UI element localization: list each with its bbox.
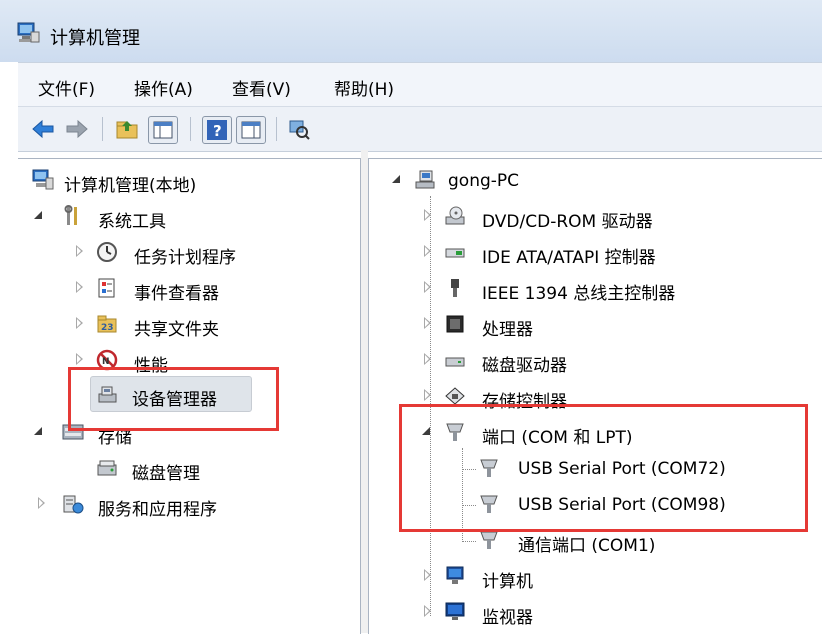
device-category-ieee1394[interactable]: IEEE 1394 总线主控制器 (418, 274, 818, 304)
svg-text:?: ? (213, 122, 222, 140)
title-bar: 计算机管理 (0, 0, 822, 62)
back-arrow-icon[interactable] (30, 117, 56, 141)
collapsed-arrow-icon[interactable] (424, 317, 431, 329)
services-icon (63, 495, 84, 514)
annotation-box-ports (399, 404, 808, 532)
show-hide-action-pane-icon[interactable] (236, 116, 266, 144)
expanded-arrow-icon[interactable] (34, 211, 42, 219)
toolbar: ? (18, 106, 822, 152)
event-viewer-icon (98, 278, 115, 298)
processor-icon (446, 315, 464, 333)
tree-node-services-applications[interactable]: 服务和应用程序 (34, 490, 334, 520)
tree-node-computer-management[interactable]: 计算机管理(本地) (32, 166, 332, 196)
device-tree-label: 监视器 (482, 608, 533, 628)
tree-label: 共享文件夹 (134, 320, 219, 340)
device-tree-label: IEEE 1394 总线主控制器 (482, 284, 676, 304)
clock-icon (97, 242, 117, 262)
device-tree-root[interactable]: gong-PC (392, 166, 812, 196)
tree-label: 磁盘管理 (132, 464, 200, 484)
tree-node-event-viewer[interactable]: 事件查看器 (76, 274, 336, 304)
disk-management-icon (97, 460, 117, 476)
toolbar-separator (190, 117, 191, 141)
computer-icon (446, 566, 464, 584)
tree-label: 任务计划程序 (134, 248, 236, 268)
tree-node-shared-folders[interactable]: 23 共享文件夹 (76, 310, 336, 340)
collapsed-arrow-icon[interactable] (424, 281, 431, 293)
device-tree-label: gong-PC (448, 171, 520, 191)
device-tree-label: 通信端口 (COM1) (518, 536, 656, 556)
tools-icon (64, 205, 77, 225)
toolbar-separator (102, 117, 103, 141)
svg-text:N: N (102, 357, 110, 367)
expanded-arrow-icon[interactable] (34, 427, 42, 435)
menu-help[interactable]: 帮助(H) (334, 75, 394, 100)
device-category-processor[interactable]: 处理器 (418, 310, 818, 340)
device-tree-label: 计算机 (482, 572, 533, 592)
menu-file[interactable]: 文件(F) (38, 75, 95, 100)
annotation-box-device-manager (68, 367, 279, 431)
tree-label: 计算机管理(本地) (64, 176, 197, 196)
device-tree-label: IDE ATA/ATAPI 控制器 (482, 248, 656, 268)
tree-label: 系统工具 (98, 212, 166, 232)
collapsed-arrow-icon[interactable] (424, 569, 431, 581)
pane-splitter[interactable] (361, 150, 368, 633)
device-tree-label: 处理器 (482, 320, 533, 340)
forward-arrow-icon[interactable] (64, 117, 90, 141)
up-folder-icon[interactable] (114, 117, 140, 141)
tree-guide-line (462, 541, 476, 542)
expanded-arrow-icon[interactable] (392, 175, 400, 183)
device-category-disk-drives[interactable]: 磁盘驱动器 (418, 346, 818, 376)
device-tree-label: 磁盘驱动器 (482, 356, 567, 376)
computer-icon (415, 170, 435, 189)
scan-hardware-icon[interactable] (286, 117, 312, 141)
port-connector-icon (480, 531, 498, 549)
monitor-icon (445, 602, 465, 620)
device-tree-label: DVD/CD-ROM 驱动器 (482, 212, 653, 232)
tree-node-system-tools[interactable]: 系统工具 (34, 202, 334, 232)
window-title: 计算机管理 (50, 28, 140, 49)
collapsed-arrow-icon[interactable] (38, 497, 45, 509)
help-icon[interactable]: ? (202, 116, 232, 144)
collapsed-arrow-icon[interactable] (424, 209, 431, 221)
collapsed-arrow-icon[interactable] (76, 281, 83, 293)
computer-management-icon (17, 22, 40, 43)
device-category-ide[interactable]: IDE ATA/ATAPI 控制器 (418, 238, 818, 268)
collapsed-arrow-icon[interactable] (424, 605, 431, 617)
show-hide-tree-icon[interactable] (148, 116, 178, 144)
device-category-computer[interactable]: 计算机 (418, 562, 818, 592)
shared-folder-icon: 23 (97, 315, 117, 333)
device-category-monitors[interactable]: 监视器 (418, 598, 818, 628)
menu-bar: 文件(F) 操作(A) 查看(V) 帮助(H) (18, 62, 822, 107)
toolbar-separator (276, 117, 277, 141)
tree-label: 服务和应用程序 (98, 500, 217, 520)
dvd-drive-icon (445, 206, 465, 225)
tree-node-disk-management[interactable]: 磁盘管理 (96, 454, 296, 484)
collapsed-arrow-icon[interactable] (424, 389, 431, 401)
collapsed-arrow-icon[interactable] (76, 245, 83, 257)
tree-label: 事件查看器 (134, 284, 219, 304)
collapsed-arrow-icon[interactable] (424, 245, 431, 257)
disk-drive-icon (445, 357, 465, 367)
menu-action[interactable]: 操作(A) (134, 75, 193, 100)
collapsed-arrow-icon[interactable] (424, 353, 431, 365)
collapsed-arrow-icon[interactable] (76, 317, 83, 329)
menu-view[interactable]: 查看(V) (232, 75, 291, 100)
device-category-dvd[interactable]: DVD/CD-ROM 驱动器 (418, 202, 818, 232)
ide-controller-icon (445, 248, 465, 258)
svg-text:23: 23 (101, 323, 114, 333)
tree-node-task-scheduler[interactable]: 任务计划程序 (76, 238, 336, 268)
ieee1394-connector-icon (451, 279, 459, 297)
computer-management-icon (32, 169, 54, 190)
collapsed-arrow-icon[interactable] (76, 353, 83, 365)
